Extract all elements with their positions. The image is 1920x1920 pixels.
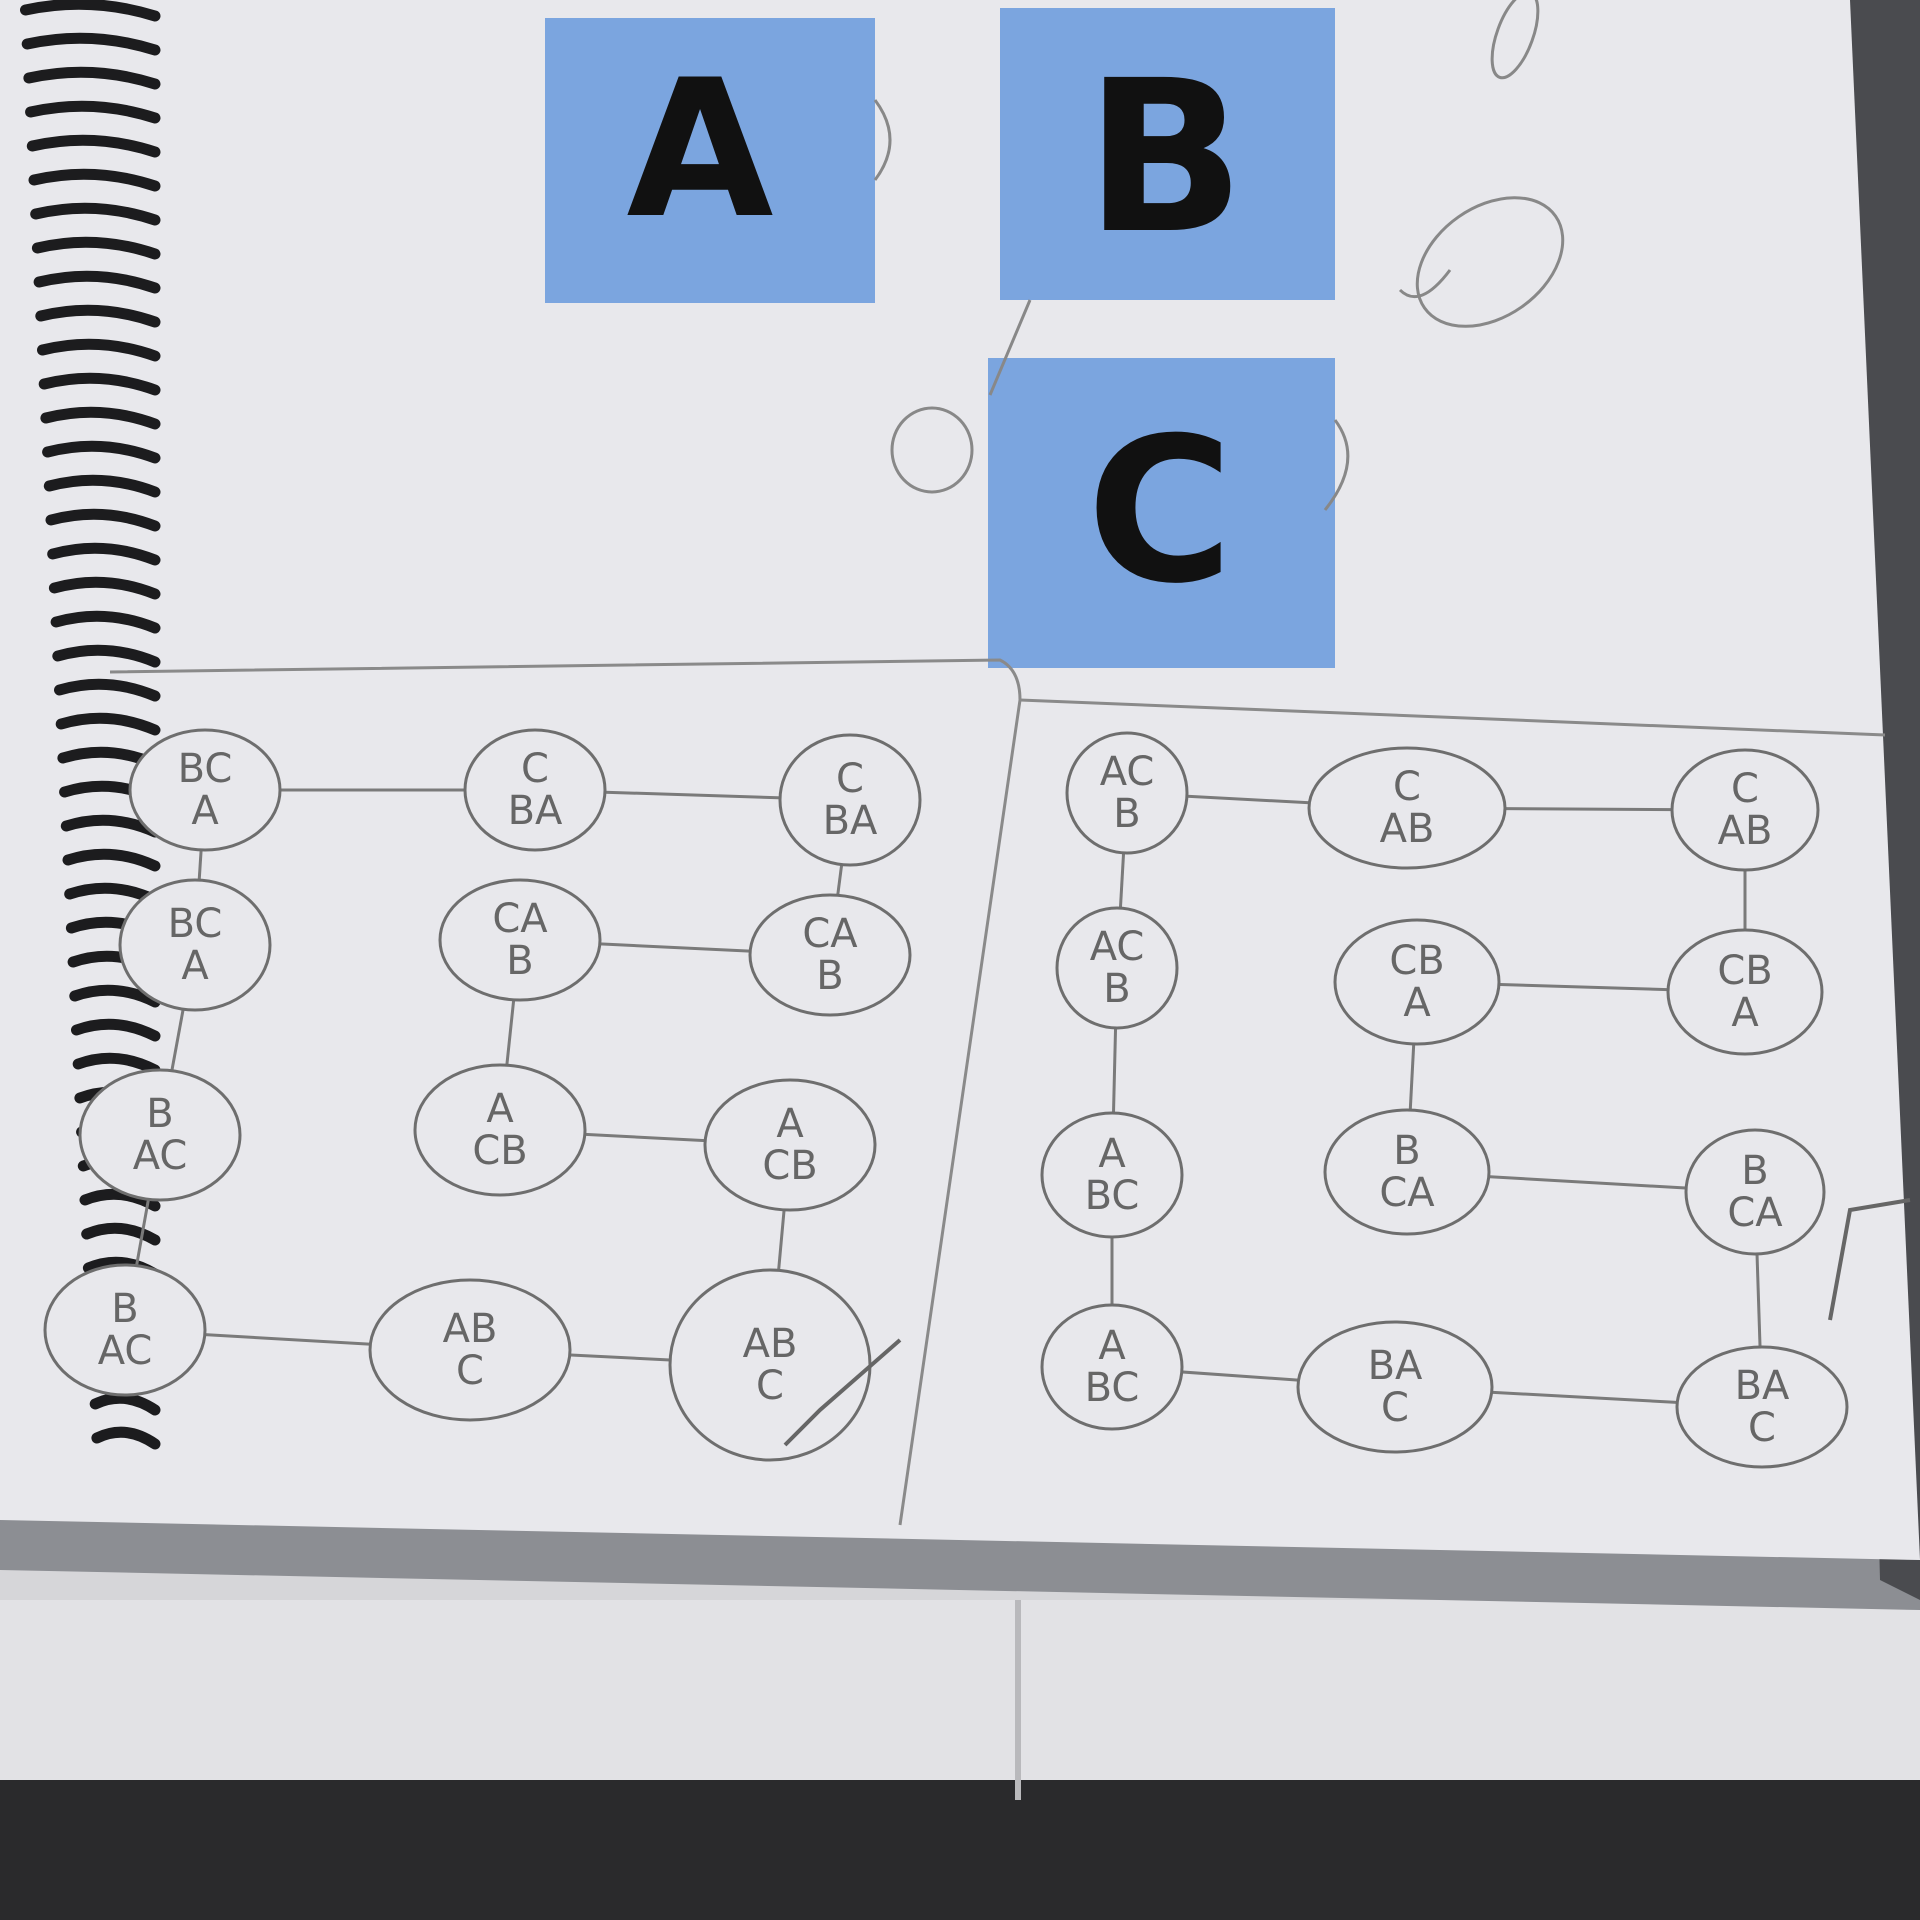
right-node-label: B — [1103, 966, 1130, 1012]
left-node-label: C — [756, 1363, 784, 1409]
left-state-node: BAC — [78, 1068, 242, 1202]
left-node-label: B — [506, 938, 533, 984]
left-node-label: A — [191, 788, 219, 834]
right-node-label: BC — [1085, 1365, 1140, 1411]
left-node-label: B — [816, 953, 843, 999]
left-state-node: BCA — [118, 878, 272, 1012]
right-state-node: ACB — [1065, 731, 1189, 855]
left-node-label: BC — [178, 746, 233, 792]
left-node-label: A — [776, 1101, 804, 1147]
left-state-node: CAB — [748, 893, 912, 1017]
sticky-note-a-label: A — [626, 39, 773, 260]
right-node-label: A — [1731, 990, 1759, 1036]
left-node-label: BC — [168, 901, 223, 947]
right-node-label: B — [1113, 791, 1140, 837]
right-node-label: AB — [1718, 808, 1773, 854]
right-state-node: CBA — [1666, 928, 1824, 1056]
left-node-label: BA — [508, 788, 563, 834]
sticky-note-a: A — [545, 18, 875, 303]
right-node-label: C — [1381, 1385, 1409, 1431]
right-node-label: A — [1098, 1131, 1126, 1177]
left-node-label: BA — [823, 798, 878, 844]
right-state-node: CAB — [1307, 746, 1507, 870]
right-state-node: CAB — [1670, 748, 1820, 872]
left-node-label: C — [521, 746, 549, 792]
right-node-label: AB — [1380, 806, 1435, 852]
right-state-node: ACB — [1055, 906, 1179, 1030]
right-node-label: CA — [1379, 1170, 1435, 1216]
left-state-node: CBA — [463, 728, 607, 852]
left-node-label: AB — [443, 1306, 498, 1352]
right-node-label: A — [1098, 1323, 1126, 1369]
right-node-label: CB — [1717, 948, 1772, 994]
left-node-label: AB — [743, 1321, 798, 1367]
right-node-label: CA — [1727, 1190, 1783, 1236]
left-node-label: B — [146, 1091, 173, 1137]
right-state-node: BAC — [1296, 1320, 1494, 1454]
right-state-node: CBA — [1333, 918, 1501, 1046]
right-state-node: ABC — [1040, 1111, 1184, 1239]
sticky-note-b: B — [1000, 8, 1335, 300]
sticky-note-c: C — [988, 358, 1335, 668]
right-node-label: BA — [1368, 1343, 1423, 1389]
left-node-label: C — [836, 756, 864, 802]
left-node-label: CA — [802, 911, 858, 957]
sticky-note-c-label: C — [1087, 395, 1234, 628]
left-node-label: A — [486, 1086, 514, 1132]
left-state-node: ABC — [368, 1278, 572, 1422]
right-node-label: BC — [1085, 1173, 1140, 1219]
right-state-node: BAC — [1675, 1345, 1849, 1469]
left-state-node: ABC — [668, 1268, 872, 1462]
right-node-label: BA — [1735, 1363, 1790, 1409]
right-node-label: C — [1748, 1405, 1776, 1451]
right-node-label: AC — [1100, 749, 1155, 795]
left-node-label: AC — [133, 1133, 188, 1179]
notebook-page — [0, 0, 1920, 1560]
desk-shadow — [0, 1780, 1920, 1920]
left-state-node: CAB — [438, 878, 602, 1002]
left-state-node: ACB — [703, 1078, 877, 1212]
right-state-node: ABC — [1040, 1303, 1184, 1431]
left-state-node: BAC — [43, 1263, 207, 1397]
right-node-label: B — [1741, 1148, 1768, 1194]
left-node-label: CB — [472, 1128, 527, 1174]
right-state-node: BCA — [1684, 1128, 1826, 1256]
sticky-note-b-label: B — [1085, 35, 1245, 280]
left-node-label: CA — [492, 896, 548, 942]
left-state-node: CBA — [778, 733, 922, 867]
notebook-photo: A B C BCACBACBABCACABCABBACACBACBBAC ABCA… — [0, 0, 1920, 1920]
right-node-label: CB — [1389, 938, 1444, 984]
left-state-node: BCA — [128, 728, 282, 852]
left-node-label: CB — [762, 1143, 817, 1189]
right-node-label: C — [1731, 766, 1759, 812]
left-node-label: AC — [98, 1328, 153, 1374]
right-node-label: C — [1393, 764, 1421, 810]
left-node-label: C — [456, 1348, 484, 1394]
left-state-node: ACB — [413, 1063, 587, 1197]
left-node-label: B — [111, 1286, 138, 1332]
right-node-label: B — [1393, 1128, 1420, 1174]
right-node-label: AC — [1090, 924, 1145, 970]
left-node-label: A — [181, 943, 209, 989]
right-node-label: A — [1403, 980, 1431, 1026]
right-state-node: BCA — [1323, 1108, 1491, 1236]
